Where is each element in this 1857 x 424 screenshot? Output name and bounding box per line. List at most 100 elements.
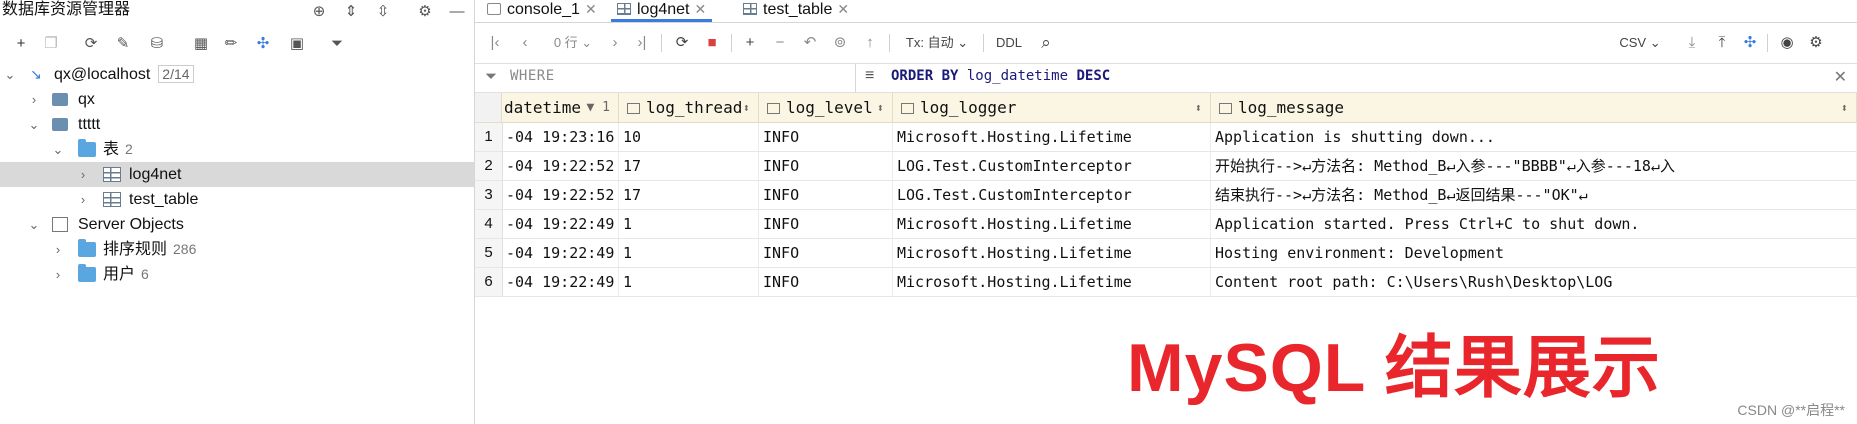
tree-node-qx[interactable]: › qx <box>0 87 474 112</box>
tree-node-log4net[interactable]: › log4net <box>0 162 474 187</box>
column-header-log-message[interactable]: log_message ⬍ <box>1211 93 1857 123</box>
preview-icon[interactable]: ⊚ <box>829 32 851 54</box>
remove-row-icon[interactable]: − <box>769 32 791 54</box>
cell-log-logger[interactable]: Microsoft.Hosting.Lifetime <box>893 123 1211 151</box>
last-page-icon[interactable]: ›| <box>632 32 652 54</box>
next-page-icon[interactable]: › <box>605 32 625 54</box>
tree-node-test-table[interactable]: › test_table <box>0 187 474 212</box>
cell-log-thread[interactable]: 1 <box>619 210 759 238</box>
cell-log-logger[interactable]: LOG.Test.CustomInterceptor <box>893 181 1211 209</box>
close-icon[interactable]: ✕ <box>837 1 849 17</box>
cell-log-message[interactable]: Content root path: C:\Users\Rush\Desktop… <box>1211 268 1857 296</box>
chevron-down-icon[interactable]: ⌄ <box>51 137 65 162</box>
prev-page-icon[interactable]: ‹ <box>515 32 535 54</box>
refresh-icon[interactable]: ⟳ <box>671 32 693 54</box>
cell-log-message[interactable]: 结束执行-->↵方法名: Method_B↵返回结果---"OK"↵ <box>1211 181 1857 209</box>
cell-log-level[interactable]: INFO <box>759 239 893 267</box>
cell-log-logger[interactable]: Microsoft.Hosting.Lifetime <box>893 268 1211 296</box>
cell-log-level[interactable]: INFO <box>759 123 893 151</box>
chevron-right-icon[interactable]: › <box>76 187 90 212</box>
cell-log-logger[interactable]: Microsoft.Hosting.Lifetime <box>893 239 1211 267</box>
minimize-icon[interactable]: — <box>446 0 468 22</box>
chevron-down-icon[interactable]: ⌄ <box>27 112 41 137</box>
ddl-button[interactable]: DDL <box>989 32 1029 54</box>
cell-log-level[interactable]: INFO <box>759 152 893 180</box>
cell-log-thread[interactable]: 10 <box>619 123 759 151</box>
gear-icon[interactable]: ⚙ <box>414 0 436 22</box>
sort-indicator[interactable]: ⬍ <box>1841 93 1848 122</box>
cell-log-message[interactable]: Application started. Press Ctrl+C to shu… <box>1211 210 1857 238</box>
view-icon[interactable]: ◉ <box>1775 32 1799 54</box>
cell-datetime[interactable]: -04 19:22:52 <box>502 152 619 180</box>
cell-log-message[interactable]: Hosting environment: Development <box>1211 239 1857 267</box>
cell-datetime[interactable]: -04 19:23:16 <box>502 123 619 151</box>
expand-all-icon[interactable]: ⇕ <box>340 0 362 22</box>
table-row[interactable]: 3 -04 19:22:52 17 INFO LOG.Test.CustomIn… <box>475 181 1857 210</box>
row-count-dropdown[interactable]: 0 行 ⌄ <box>543 32 603 54</box>
cell-log-logger[interactable]: LOG.Test.CustomInterceptor <box>893 152 1211 180</box>
copy-icon[interactable]: ❐ <box>40 32 62 54</box>
chevron-right-icon[interactable]: › <box>27 87 41 112</box>
chevron-down-icon[interactable]: ⌄ <box>27 212 41 237</box>
cell-log-thread[interactable]: 1 <box>619 239 759 267</box>
jump-icon[interactable]: ✣ <box>252 32 274 54</box>
tree-node-server-objects[interactable]: ⌄ Server Objects <box>0 212 474 237</box>
chevron-right-icon[interactable]: › <box>76 162 90 187</box>
cell-log-thread[interactable]: 1 <box>619 268 759 296</box>
add-icon[interactable]: + <box>10 32 32 54</box>
table-row[interactable]: 5 -04 19:22:49 1 INFO Microsoft.Hosting.… <box>475 239 1857 268</box>
table-row[interactable]: 4 -04 19:22:49 1 INFO Microsoft.Hosting.… <box>475 210 1857 239</box>
export-format-dropdown[interactable]: CSV ⌄ <box>1613 32 1667 54</box>
tree-node-ttttt[interactable]: ⌄ ttttt <box>0 112 474 137</box>
tab-test-table[interactable]: test_table ✕ <box>737 0 855 22</box>
tree-node-tables[interactable]: ⌄ 表2 <box>0 137 474 162</box>
upload-icon[interactable]: ⤒ <box>1711 32 1733 54</box>
table-row[interactable]: 1 -04 19:23:16 10 INFO Microsoft.Hosting… <box>475 123 1857 152</box>
column-header-datetime[interactable]: datetime ▼ 1 <box>502 93 619 123</box>
cell-log-level[interactable]: INFO <box>759 210 893 238</box>
refresh-icon[interactable]: ⟳ <box>80 32 102 54</box>
column-header-log-level[interactable]: log_level ⬍ <box>759 93 893 123</box>
gear-icon[interactable]: ⚙ <box>1805 32 1827 54</box>
edit-icon[interactable]: ✏ <box>220 32 242 54</box>
column-header-log-thread[interactable]: log_thread ⬍ <box>619 93 759 123</box>
sort-indicator[interactable]: ▼ 1 <box>587 93 610 122</box>
cell-log-thread[interactable]: 17 <box>619 152 759 180</box>
cell-log-logger[interactable]: Microsoft.Hosting.Lifetime <box>893 210 1211 238</box>
transaction-mode-dropdown[interactable]: Tx: 自动 ⌄ <box>897 32 977 54</box>
cell-datetime[interactable]: -04 19:22:49 <box>502 239 619 267</box>
console-icon[interactable]: ▣ <box>286 32 308 54</box>
table-row[interactable]: 2 -04 19:22:52 17 INFO LOG.Test.CustomIn… <box>475 152 1857 181</box>
schema-sync-icon[interactable]: ✎ <box>112 32 134 54</box>
sort-indicator[interactable]: ⬍ <box>1195 93 1202 122</box>
cell-datetime[interactable]: -04 19:22:52 <box>502 181 619 209</box>
tab-console[interactable]: console_1 ✕ <box>481 0 603 22</box>
tree-node-connection[interactable]: ⌄ ↘ qx@localhost 2/14 <box>0 62 474 87</box>
stop-icon[interactable]: ■ <box>701 32 723 54</box>
tab-log4net[interactable]: log4net ✕ <box>611 0 713 22</box>
close-icon[interactable]: ✕ <box>695 1 707 17</box>
add-row-icon[interactable]: + <box>739 32 761 54</box>
column-header-log-logger[interactable]: log_logger ⬍ <box>893 93 1211 123</box>
first-page-icon[interactable]: |‹ <box>485 32 505 54</box>
collapse-all-icon[interactable]: ⇳ <box>372 0 394 22</box>
chevron-down-icon[interactable]: ⌄ <box>3 62 17 87</box>
chevron-right-icon[interactable]: › <box>51 237 65 262</box>
filter-icon[interactable]: ⏷ <box>326 32 348 54</box>
sort-indicator[interactable]: ⬍ <box>743 93 750 122</box>
search-icon[interactable]: ⌕ <box>1035 32 1057 54</box>
revert-icon[interactable]: ↶ <box>799 32 821 54</box>
database-icon[interactable]: ⛁ <box>146 32 168 54</box>
tree-node-collations[interactable]: › 排序规则 286 <box>0 237 474 262</box>
cell-log-level[interactable]: INFO <box>759 181 893 209</box>
chevron-right-icon[interactable]: › <box>51 262 65 287</box>
crosshair-icon[interactable]: ⊕ <box>308 0 330 22</box>
cell-log-thread[interactable]: 17 <box>619 181 759 209</box>
table-icon[interactable]: ▦ <box>190 32 212 54</box>
cell-log-level[interactable]: INFO <box>759 268 893 296</box>
submit-icon[interactable]: ↑ <box>859 32 881 54</box>
cell-log-message[interactable]: Application is shutting down... <box>1211 123 1857 151</box>
jump-icon[interactable]: ✣ <box>1739 32 1761 54</box>
cell-log-message[interactable]: 开始执行-->↵方法名: Method_B↵入参---"BBBB"↵入参---1… <box>1211 152 1857 180</box>
where-input[interactable]: WHERE <box>510 68 555 84</box>
